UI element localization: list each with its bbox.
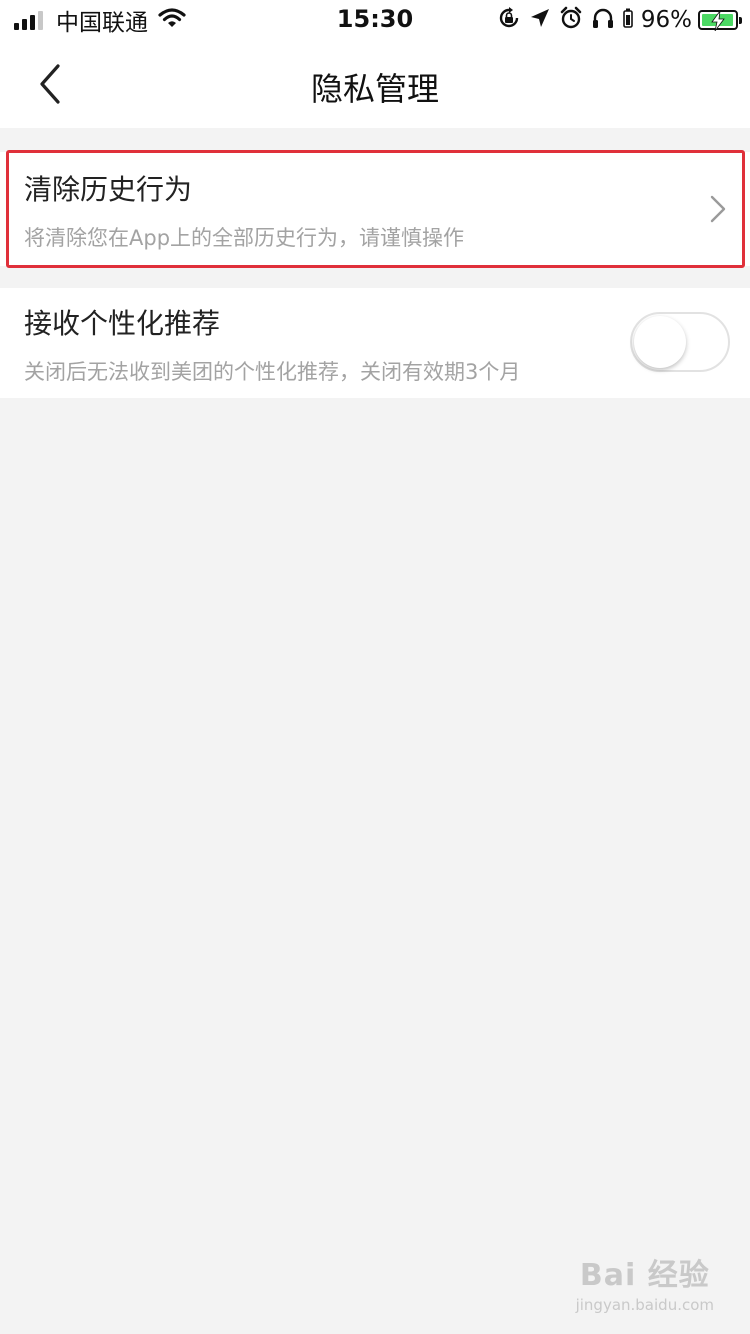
toggle-knob — [634, 316, 686, 368]
watermark-url: jingyan.baidu.com — [575, 1296, 714, 1314]
battery-icon — [698, 10, 742, 32]
location-icon — [529, 7, 551, 33]
personalized-recommend-toggle[interactable] — [630, 312, 730, 372]
chevron-right-icon — [708, 194, 728, 224]
watermark-logo: Bai 经验 — [579, 1258, 710, 1293]
headphones-icon — [591, 6, 615, 34]
battery-percent: 96% — [640, 7, 692, 33]
clear-history-subtitle: 将清除您在App上的全部历史行为，请谨慎操作 — [24, 226, 465, 250]
status-right: 96% — [489, 6, 742, 34]
clear-history-row[interactable]: 清除历史行为 将清除您在App上的全部历史行为，请谨慎操作 — [0, 150, 750, 268]
nav-bar: 隐私管理 — [0, 40, 750, 128]
battery-cap — [739, 17, 742, 24]
alarm-icon — [559, 6, 583, 34]
personalized-recommend-title: 接收个性化推荐 — [24, 307, 221, 340]
personalized-recommend-subtitle: 关闭后无法收到美团的个性化推荐，关闭有效期3个月 — [24, 360, 521, 384]
charging-bolt-icon — [711, 10, 725, 35]
orientation-lock-icon — [497, 6, 521, 34]
status-bar: 中国联通 15:30 96% — [0, 0, 750, 40]
personalized-recommend-row: 接收个性化推荐 关闭后无法收到美团的个性化推荐，关闭有效期3个月 — [0, 288, 750, 398]
page-title: 隐私管理 — [310, 70, 439, 108]
clear-history-title: 清除历史行为 — [24, 173, 193, 206]
watermark: Bai 经验 jingyan.baidu.com — [576, 1250, 714, 1314]
battery-small-icon — [623, 7, 633, 33]
